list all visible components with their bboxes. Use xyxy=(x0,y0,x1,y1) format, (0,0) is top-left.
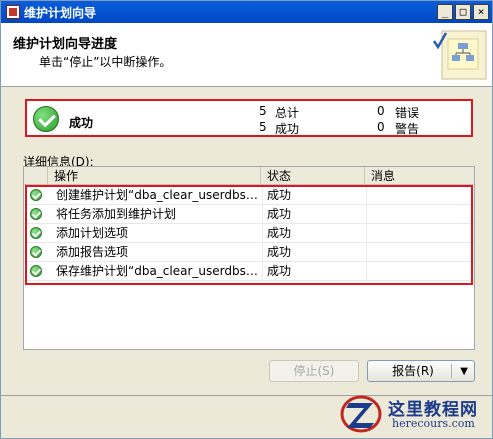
success-check-icon xyxy=(33,106,59,132)
window-controls: _ □ × xyxy=(437,4,489,20)
stat-warning-label: 警告 xyxy=(395,122,420,136)
stop-button[interactable]: 停止(S) xyxy=(269,360,359,382)
stat-warning-count: 0 xyxy=(377,120,385,134)
watermark-logo: 这里教程网 herecours.com xyxy=(340,392,490,436)
page-subtitle: 单击“停止”以中断操作。 xyxy=(39,55,172,69)
stat-error-label: 错误 xyxy=(395,106,420,120)
report-button[interactable]: 报告(R) ▼ xyxy=(367,360,475,382)
wizard-window: 维护计划向导 _ □ × 维护计划向导进度 单击“停止”以中断操作。 成功 5 … xyxy=(0,0,493,439)
window-title: 维护计划向导 xyxy=(24,5,97,20)
row-action: 保存维护计划“dba_clear_userdbs_ba... xyxy=(56,264,259,278)
row-status: 成功 xyxy=(262,186,362,205)
row-status: 成功 xyxy=(262,243,362,262)
overall-status: 成功 xyxy=(69,116,94,130)
page-title: 维护计划向导进度 xyxy=(13,37,118,52)
row-message xyxy=(366,262,474,281)
row-action: 添加计划选项 xyxy=(56,226,129,240)
column-header-status[interactable]: 状态 xyxy=(261,167,365,185)
row-message xyxy=(366,205,474,224)
table-row[interactable]: 添加计划选项 成功 xyxy=(24,224,474,243)
close-button[interactable]: × xyxy=(473,4,489,20)
report-button-separator xyxy=(451,364,452,378)
row-status: 成功 xyxy=(262,224,362,243)
column-header-action[interactable]: 操作 xyxy=(48,167,261,185)
column-header-message[interactable]: 消息 xyxy=(365,167,474,185)
row-action: 将任务添加到维护计划 xyxy=(56,207,177,221)
wizard-graphic-icon xyxy=(432,30,487,80)
maximize-button[interactable]: □ xyxy=(455,4,471,20)
z-logo-icon xyxy=(340,395,382,433)
row-message xyxy=(366,243,474,262)
report-button-label: 报告(R) xyxy=(392,364,434,378)
row-action: 创建维护计划“dba_clear_userdbs_ba... xyxy=(56,188,259,202)
table-row[interactable]: 将任务添加到维护计划 成功 xyxy=(24,205,474,224)
stat-total-label: 总计 xyxy=(275,106,300,120)
success-icon xyxy=(30,189,42,201)
title-bar[interactable]: 维护计划向导 _ □ × xyxy=(1,1,492,23)
success-icon xyxy=(30,265,42,277)
stat-total-count: 5 xyxy=(259,104,267,118)
details-grid[interactable]: 操作 状态 消息 创建维护计划“dba_clear_userdbs_ba... … xyxy=(23,166,475,350)
watermark-url: herecours.com xyxy=(392,417,475,430)
row-status: 成功 xyxy=(262,205,362,224)
table-row[interactable]: 保存维护计划“dba_clear_userdbs_ba... 成功 xyxy=(24,262,474,281)
success-icon xyxy=(30,208,42,220)
grid-header-icon-col xyxy=(24,167,48,185)
row-action: 添加报告选项 xyxy=(56,245,129,259)
row-message xyxy=(366,186,474,205)
table-row[interactable]: 添加报告选项 成功 xyxy=(24,243,474,262)
grid-header: 操作 状态 消息 xyxy=(24,167,474,185)
stat-error-count: 0 xyxy=(377,104,385,118)
success-icon xyxy=(30,227,42,239)
grid-rows: 创建维护计划“dba_clear_userdbs_ba... 成功 将任务添加到… xyxy=(24,186,474,281)
app-icon xyxy=(6,5,20,19)
minimize-button[interactable]: _ xyxy=(437,4,453,20)
row-message xyxy=(366,224,474,243)
stat-success-count: 5 xyxy=(259,120,267,134)
row-status: 成功 xyxy=(262,262,362,281)
stat-success-label: 成功 xyxy=(275,122,300,136)
table-row[interactable]: 创建维护计划“dba_clear_userdbs_ba... 成功 xyxy=(24,186,474,205)
dropdown-caret-icon[interactable]: ▼ xyxy=(460,362,468,382)
wizard-header: 维护计划向导进度 单击“停止”以中断操作。 xyxy=(1,23,492,87)
summary-panel: 成功 5 总计 0 错误 5 成功 0 警告 xyxy=(25,99,473,137)
success-icon xyxy=(30,246,42,258)
